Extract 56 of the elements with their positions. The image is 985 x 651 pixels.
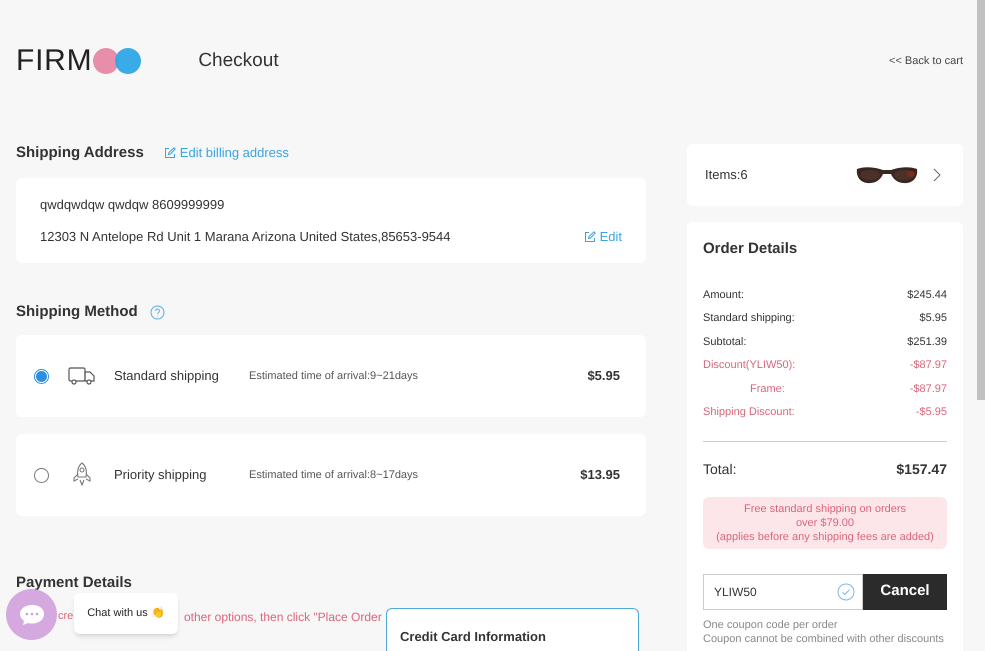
items-count: Items:6	[705, 166, 748, 184]
rocket-icon	[71, 462, 93, 488]
shipping-name: Priority shipping	[114, 466, 208, 484]
summary-value: $5.95	[919, 311, 947, 326]
card-title: Order Details	[703, 239, 798, 259]
chat-tooltip[interactable]: Chat with us 👏	[74, 593, 178, 634]
contact-line: qwdqwdqw qwdqw 8609999999	[40, 196, 226, 214]
shipping-option[interactable]: Standard shipping Estimated time of arrival:9~21days $5.95	[16, 335, 646, 417]
notice-line: (applies before any shipping fees are added)	[716, 530, 934, 544]
check-icon	[837, 582, 855, 600]
summary-value: -$87.97	[910, 382, 947, 396]
logo-text: FIRM	[16, 46, 92, 76]
notice-line: Free standard shipping on orders	[744, 502, 906, 516]
summary-label: Shipping Discount:	[703, 405, 795, 420]
arrival-estimate: Estimated time of arrival:8~17days	[249, 468, 418, 483]
chevron-right-icon	[933, 168, 941, 182]
radio-button[interactable]	[34, 368, 49, 384]
summary-value: $245.44	[907, 288, 947, 302]
chat-button[interactable]	[6, 589, 57, 640]
arrival-estimate: Estimated time of arrival:9~21days	[249, 368, 418, 384]
help-icon[interactable]	[150, 304, 165, 320]
coupon-note: One coupon code per order	[703, 618, 839, 632]
total-value: $157.47	[896, 460, 947, 478]
summary-label: Amount:	[703, 288, 744, 302]
summary-value: $251.39	[907, 334, 947, 350]
radio-button[interactable]	[34, 468, 49, 482]
address-line: 12303 N Antelope Rd Unit 1 Marana Arizona United States,85653-9544	[40, 228, 450, 246]
page-title: Checkout	[198, 48, 279, 73]
shipping-price: $13.95	[580, 466, 620, 484]
shipping-price: $5.95	[587, 367, 620, 386]
section-heading: Payment Details	[16, 573, 133, 593]
summary-value: -$5.95	[916, 405, 947, 420]
total-label: Total:	[703, 460, 736, 478]
summary-label: Discount(YLIW50):	[703, 358, 796, 373]
payment-note: cre	[58, 608, 74, 624]
notice-line: over $79.00	[796, 516, 854, 530]
shipping-option[interactable]: Priority shipping Estimated time of arrival:8~17days $13.95	[16, 434, 646, 516]
truck-icon	[68, 366, 96, 386]
summary-value: -$87.97	[910, 358, 947, 373]
edit-icon	[164, 147, 176, 159]
summary-label: Frame:	[749, 382, 785, 396]
payment-note: other options, then click "Place Order	[184, 608, 382, 626]
section-heading: Shipping Method	[16, 302, 138, 322]
summary-label: Standard shipping:	[703, 311, 795, 326]
coupon-field[interactable]: YLIW50	[703, 574, 863, 610]
scrollbar[interactable]	[977, 0, 985, 400]
items-card[interactable]: Items:6	[687, 144, 963, 206]
summary-label: Subtotal:	[703, 334, 746, 350]
coupon-note: Coupon cannot be combined with other discounts	[703, 632, 945, 646]
edit-icon	[584, 230, 596, 243]
panel-title: Credit Card Information	[400, 628, 546, 644]
shipping-name: Standard shipping	[114, 367, 220, 386]
section-heading: Shipping Address	[16, 142, 144, 163]
back-to-cart-link[interactable]: << Back to cart	[889, 52, 963, 70]
chat-bubble-icon	[18, 604, 44, 626]
cancel-button[interactable]: Cancel	[863, 574, 947, 610]
